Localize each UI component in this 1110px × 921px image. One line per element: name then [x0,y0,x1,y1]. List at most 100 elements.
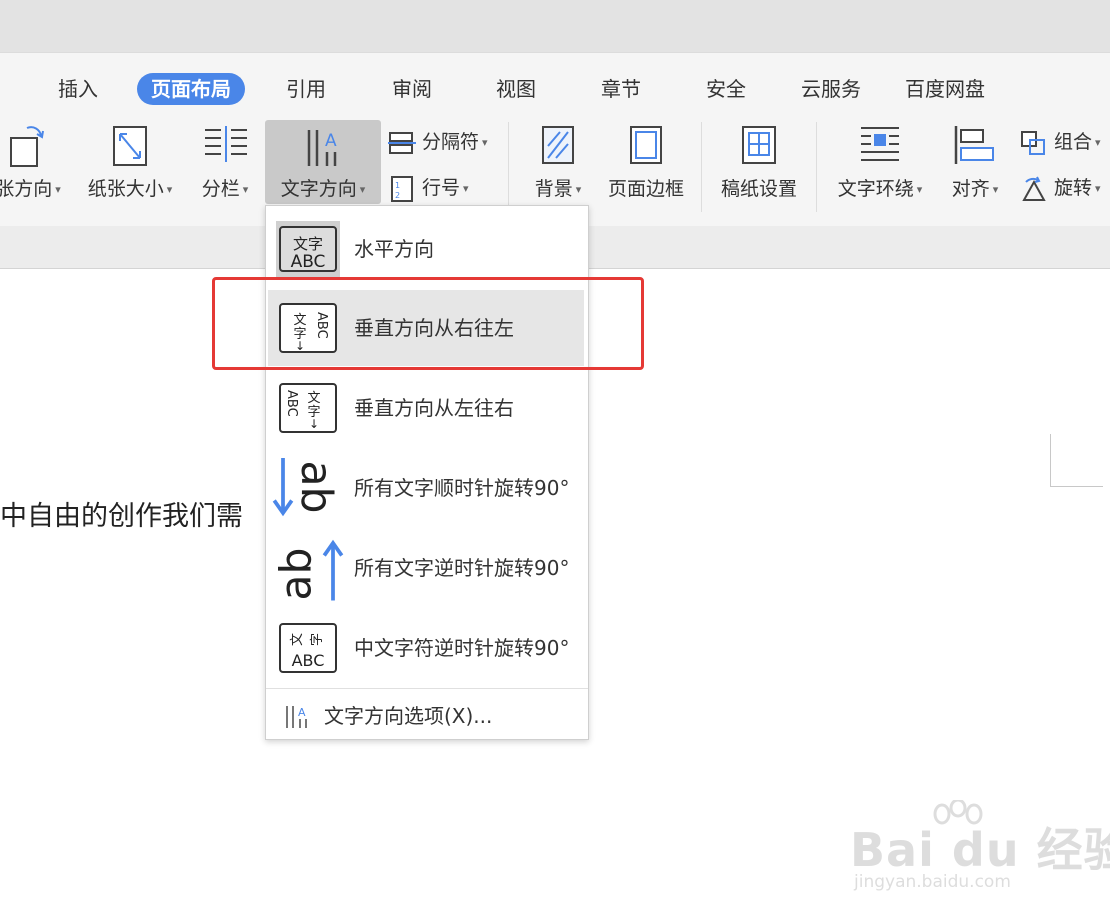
chevron-down-icon: ▾ [1095,135,1101,149]
chevron-down-icon: ▾ [359,183,366,196]
columns-label: 分栏 [201,178,240,200]
chevron-down-icon: ▾ [482,135,488,149]
tab-security[interactable]: 安全 [692,73,760,105]
icon-text-abc: ABC [291,252,326,272]
tab-cloud-service[interactable]: 云服务 [787,73,875,105]
svg-text:文: 文 [307,391,320,406]
align-label: 对齐 [951,178,990,200]
manuscript-settings-button[interactable]: 稿纸设置 [712,118,806,208]
menu-item-label: 所有文字逆时针旋转90° [354,556,570,580]
rotate-label: 旋转 [1054,177,1093,199]
chevron-down-icon: ▾ [242,183,249,196]
tab-review[interactable]: 审阅 [378,73,446,105]
icon-text-wenzi: 文字 [293,235,323,253]
chevron-down-icon: ▾ [166,183,173,196]
manuscript-label: 稿纸设置 [720,178,797,200]
align-button[interactable]: 对齐 ▾ [938,118,1012,208]
line-number-label: 行号 [422,177,461,199]
baidu-watermark: Bai du 经验 jingyan.baidu.com [850,800,1110,900]
orientation-button[interactable]: 张方向 ▾ [0,118,68,208]
vertical-ltr-icon: ABC 文 字 ↓ [279,383,337,433]
text-direction-label: 文字方向 [280,178,357,200]
svg-text:字: 字 [310,633,325,646]
chevron-down-icon: ▾ [1095,181,1101,195]
icon-text-ab: ab [291,461,340,514]
text-direction-button[interactable]: A 文字方向 ▾ [265,120,381,204]
watermark-brand: Bai du 经验 [850,823,1110,877]
columns-icon [205,126,247,162]
svg-text:A: A [325,131,337,151]
menu-item-label: 垂直方向从左往右 [354,396,514,420]
highlight-annotation [212,277,644,370]
menu-item-chinese-rotate[interactable]: 文 字 ABC 中文字符逆时针旋转90° [268,610,584,686]
rotate-icon [1022,176,1046,201]
svg-text:文: 文 [290,633,305,646]
menu-item-label: 水平方向 [354,237,434,261]
page-border-label: 页面边框 [607,178,684,200]
menu-divider [266,688,588,689]
group-button[interactable]: 组合 ▾ [1020,126,1101,158]
icon-text-ab: ab [273,547,322,600]
manuscript-icon [742,126,776,164]
chevron-down-icon: ▾ [916,183,923,196]
separator-label: 分隔符 [422,131,480,153]
background-icon [542,126,574,164]
tab-insert[interactable]: 插入 [44,73,112,105]
horizontal-text-icon: 文字 ABC [276,221,340,277]
rotate-cw-icon: ab [272,458,340,517]
title-bar [0,0,1110,52]
chinese-rotate-icon: 文 字 ABC [279,623,337,673]
line-number-button[interactable]: 1 2 行号 ▾ [388,172,469,204]
tab-view[interactable]: 视图 [482,73,550,105]
background-label: 背景 [534,178,573,200]
tab-page-layout[interactable]: 页面布局 [137,73,245,105]
page-margin-corner [1050,434,1103,487]
text-wrap-icon [861,127,899,161]
svg-text:↓: ↓ [309,417,319,431]
page-border-icon [630,126,662,164]
ribbon-divider [816,122,817,212]
separator-icon [388,131,416,154]
svg-text:ABC: ABC [284,390,299,417]
group-icon [1021,130,1045,155]
ribbon-divider [701,122,702,212]
menu-item-rotate-clockwise[interactable]: ab 所有文字顺时针旋转90° [268,450,584,526]
background-button[interactable]: 背景 ▾ [520,118,596,208]
tab-baidu-netdisk[interactable]: 百度网盘 [891,73,999,105]
tab-references[interactable]: 引用 [272,73,340,105]
chevron-down-icon: ▾ [55,183,61,196]
ribbon-tabs: 插入 页面布局 引用 审阅 视图 章节 安全 云服务 百度网盘 [0,60,1110,112]
watermark-url: jingyan.baidu.com [854,872,1011,892]
chevron-down-icon: ▾ [992,183,999,196]
page-border-button[interactable]: 页面边框 [600,118,692,208]
ribbon-divider [508,122,509,212]
paper-size-icon [113,126,147,166]
document-text[interactable]: 中自由的创作我们需 [0,494,243,533]
rotate-button[interactable]: 旋转 ▾ [1020,172,1101,204]
icon-text-abc: ABC [292,651,325,670]
chevron-down-icon: ▾ [575,183,582,196]
columns-button[interactable]: 分栏 ▾ [190,118,260,208]
menu-item-vertical-ltr[interactable]: ABC 文 字 ↓ 垂直方向从左往右 [268,370,584,446]
text-wrap-label: 文字环绕 [837,178,914,200]
orientation-icon [10,126,44,167]
text-direction-options-label: 文字方向选项(X)... [324,704,493,728]
paper-size-label: 纸张大小 [87,178,164,200]
paper-size-button[interactable]: 纸张大小 ▾ [78,118,182,208]
orientation-label: 张方向 [0,178,53,200]
align-icon [954,126,994,164]
menu-item-rotate-counterclockwise[interactable]: ab 所有文字逆时针旋转90° [268,530,584,606]
svg-text:1: 1 [395,181,400,190]
tab-chapter[interactable]: 章节 [587,73,655,105]
menu-item-label: 中文字符逆时针旋转90° [354,636,570,660]
separator-button[interactable]: 分隔符 ▾ [388,126,488,158]
text-wrap-button[interactable]: 文字环绕 ▾ [826,118,934,208]
line-number-icon: 1 2 [391,175,413,202]
rotate-ccw-icon: ab [273,539,344,601]
svg-text:A: A [298,706,306,719]
menu-item-label: 所有文字顺时针旋转90° [354,476,570,500]
menu-item-horizontal[interactable]: 文字 ABC 水平方向 [268,211,584,287]
chevron-down-icon: ▾ [463,181,469,195]
menu-item-text-direction-options[interactable]: A 文字方向选项(X)... [266,694,588,738]
svg-text:2: 2 [395,191,400,200]
